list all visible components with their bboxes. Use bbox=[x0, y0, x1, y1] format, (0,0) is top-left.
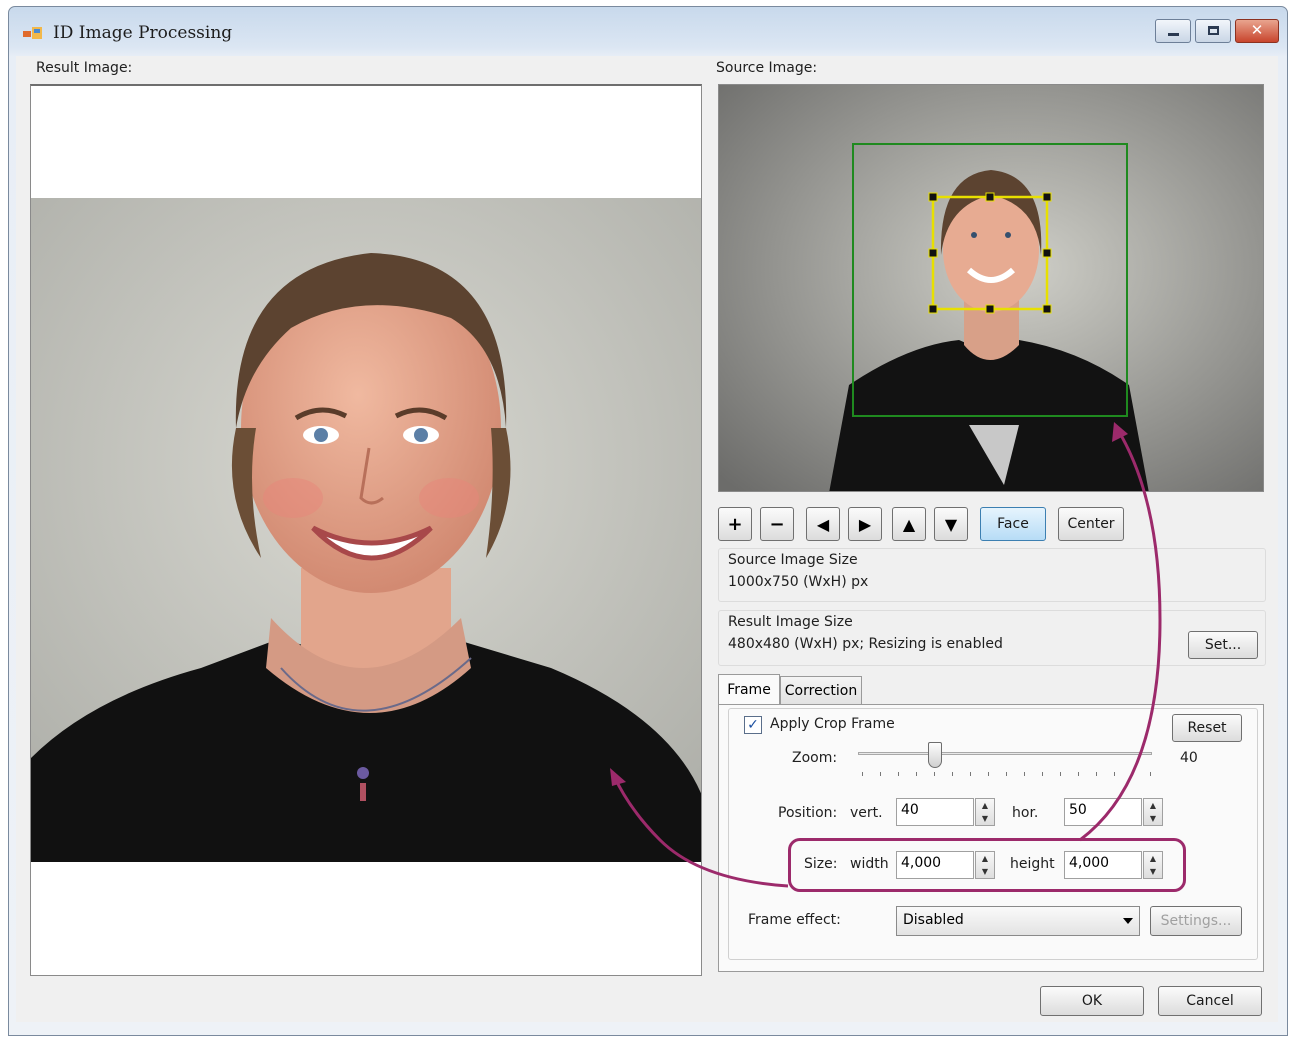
spin-down-icon: ▼ bbox=[981, 814, 989, 823]
hor-label: hor. bbox=[1012, 805, 1039, 821]
move-right-button[interactable]: ▶ bbox=[848, 507, 882, 541]
frame-effect-value: Disabled bbox=[903, 912, 964, 928]
arrow-up-icon: ▲ bbox=[902, 514, 916, 534]
move-left-button[interactable]: ◀ bbox=[806, 507, 840, 541]
tab-frame[interactable]: Frame bbox=[718, 674, 780, 704]
cancel-button[interactable]: Cancel bbox=[1158, 986, 1262, 1016]
hor-spinner[interactable]: ▲ ▼ bbox=[1143, 798, 1163, 826]
zoom-out-button[interactable]: − bbox=[760, 507, 794, 541]
close-button[interactable]: ✕ bbox=[1235, 19, 1279, 43]
title-bar[interactable]: ID Image Processing ✕ bbox=[9, 7, 1287, 57]
zoom-label: Zoom: bbox=[792, 750, 838, 766]
move-up-button[interactable]: ▲ bbox=[892, 507, 926, 541]
chevron-down-icon bbox=[1123, 918, 1133, 924]
spin-down-icon: ▼ bbox=[1149, 814, 1157, 823]
maximize-button[interactable] bbox=[1195, 19, 1231, 43]
position-label: Position: bbox=[778, 805, 838, 821]
vert-input[interactable]: 40 bbox=[896, 798, 974, 826]
minus-icon: − bbox=[769, 513, 785, 535]
tab-correction[interactable]: Correction bbox=[780, 676, 862, 704]
source-portrait-image bbox=[719, 85, 1263, 491]
settings-button[interactable]: Settings... bbox=[1150, 906, 1242, 936]
source-image-label: Source Image: bbox=[716, 60, 818, 76]
arrow-down-icon: ▼ bbox=[944, 514, 958, 534]
close-icon: ✕ bbox=[1250, 21, 1264, 39]
window-title: ID Image Processing bbox=[53, 23, 233, 43]
center-button[interactable]: Center bbox=[1058, 507, 1124, 541]
result-image-panel bbox=[30, 84, 702, 976]
source-size-value: 1000x750 (WxH) px bbox=[728, 574, 869, 590]
set-size-button[interactable]: Set... bbox=[1188, 631, 1258, 659]
arrow-right-icon: ▶ bbox=[858, 514, 872, 534]
result-portrait-image bbox=[31, 198, 701, 862]
face-button[interactable]: Face bbox=[980, 507, 1046, 541]
hor-input[interactable]: 50 bbox=[1064, 798, 1142, 826]
zoom-slider-track[interactable] bbox=[858, 752, 1152, 755]
result-size-heading: Result Image Size bbox=[728, 614, 853, 630]
reset-button[interactable]: Reset bbox=[1172, 714, 1242, 742]
source-image-panel[interactable] bbox=[718, 84, 1264, 492]
maximize-icon bbox=[1208, 26, 1219, 35]
size-highlight-annotation bbox=[788, 838, 1186, 892]
result-size-value: 480x480 (WxH) px; Resizing is enabled bbox=[728, 636, 1003, 652]
spin-up-icon: ▲ bbox=[1149, 801, 1157, 810]
vert-spinner[interactable]: ▲ ▼ bbox=[975, 798, 995, 826]
source-size-heading: Source Image Size bbox=[728, 552, 858, 568]
plus-icon: + bbox=[727, 513, 743, 535]
zoom-slider-thumb[interactable] bbox=[928, 742, 942, 768]
zoom-value: 40 bbox=[1180, 750, 1198, 766]
apply-crop-checkbox[interactable]: ✓ bbox=[744, 716, 762, 734]
result-image-label: Result Image: bbox=[36, 60, 133, 76]
vert-label: vert. bbox=[850, 805, 883, 821]
minimize-button[interactable] bbox=[1155, 19, 1191, 43]
minimize-icon bbox=[1168, 33, 1179, 36]
checkmark-icon: ✓ bbox=[747, 717, 759, 733]
apply-crop-label: Apply Crop Frame bbox=[770, 716, 895, 732]
zoom-slider-ticks bbox=[862, 772, 1152, 776]
frame-effect-select[interactable]: Disabled bbox=[896, 906, 1140, 936]
arrow-left-icon: ◀ bbox=[816, 514, 830, 534]
spin-up-icon: ▲ bbox=[981, 801, 989, 810]
zoom-in-button[interactable]: + bbox=[718, 507, 752, 541]
ok-button[interactable]: OK bbox=[1040, 986, 1144, 1016]
app-icon bbox=[23, 27, 42, 39]
frame-effect-label: Frame effect: bbox=[748, 912, 841, 928]
move-down-button[interactable]: ▼ bbox=[934, 507, 968, 541]
